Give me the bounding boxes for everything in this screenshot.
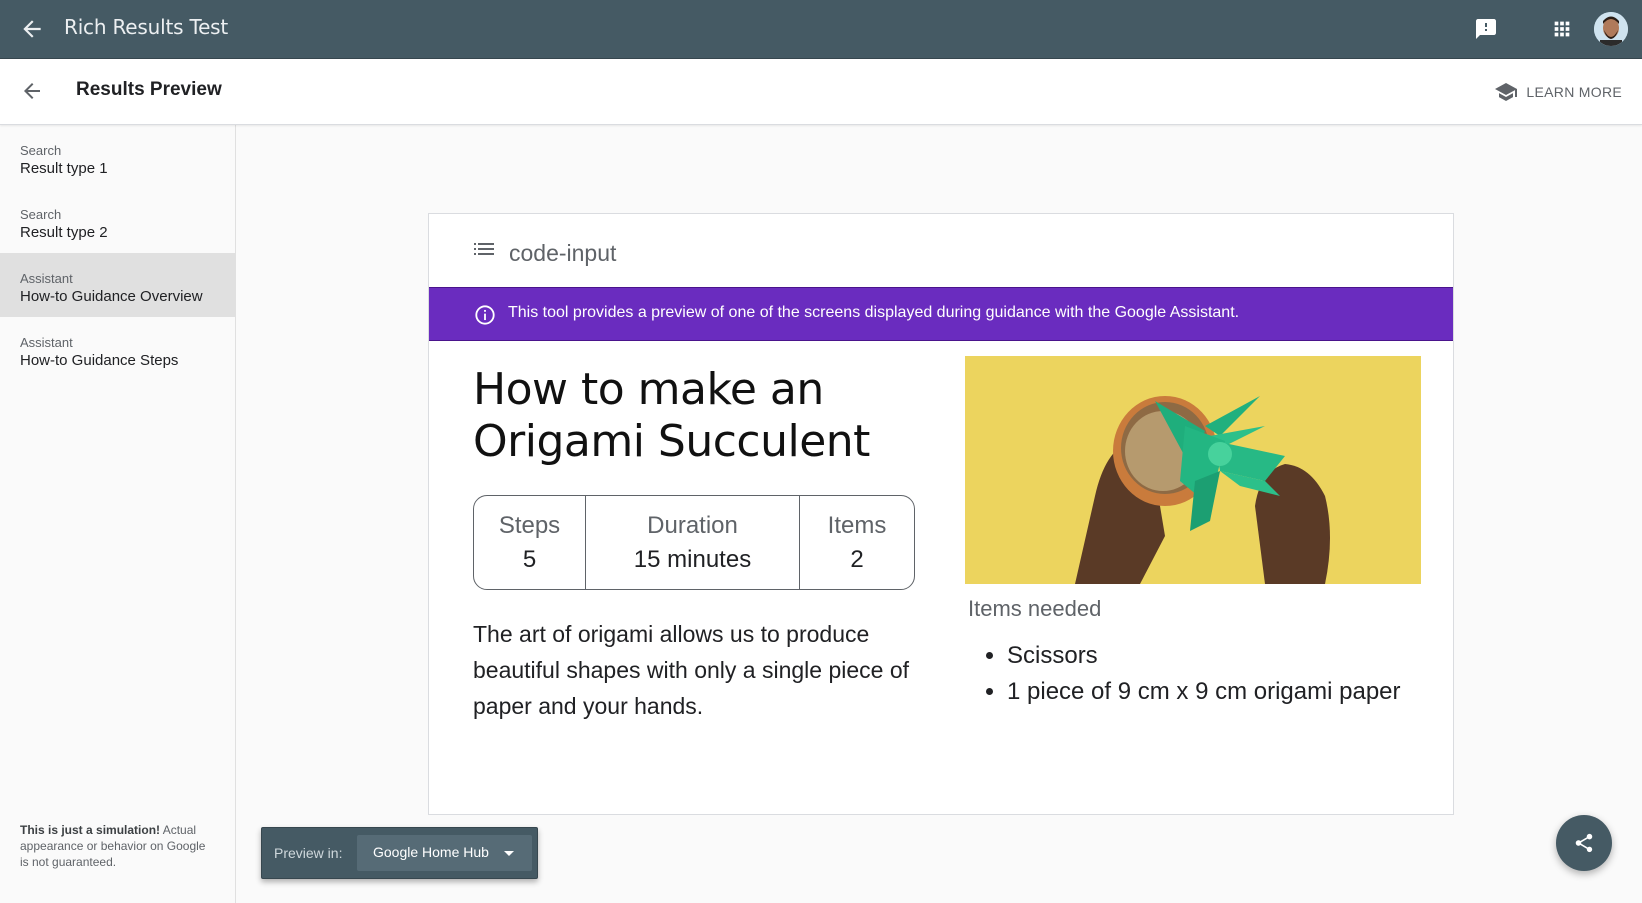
- sidebar-item-result-type-1[interactable]: Search Result type 1: [0, 125, 235, 189]
- sidebar-item-category: Assistant: [20, 271, 73, 286]
- stat-value: 5: [522, 545, 537, 573]
- device-select-value: Google Home Hub: [373, 844, 489, 860]
- sidebar-item-category: Search: [20, 143, 62, 158]
- learn-more-button[interactable]: LEARN MORE: [1494, 78, 1622, 106]
- stat-steps: Steps 5: [474, 496, 586, 589]
- stat-value: 2: [850, 545, 864, 573]
- howto-stats: Steps 5 Duration 15 minutes Items 2: [473, 495, 915, 590]
- preview-in-label: Preview in:: [274, 845, 343, 861]
- sidebar-item-result-type-2[interactable]: Search Result type 2: [0, 189, 235, 253]
- share-button[interactable]: [1556, 815, 1612, 871]
- share-icon: [1575, 833, 1593, 853]
- account-avatar[interactable]: [1594, 12, 1628, 46]
- items-needed-title: Items needed: [968, 596, 1102, 621]
- items-needed-list: Scissors 1 piece of 9 cm x 9 cm origami …: [1007, 638, 1401, 710]
- sidebar-item-howto-overview[interactable]: Assistant How-to Guidance Overview: [0, 253, 235, 317]
- card-header: code-input: [429, 214, 1453, 288]
- device-select[interactable]: Google Home Hub: [357, 835, 532, 871]
- stat-label: Steps: [498, 511, 561, 539]
- howto-description: The art of origami allows us to produce …: [473, 621, 910, 719]
- assistant-preview-card: code-input This tool provides a preview …: [428, 213, 1454, 815]
- learn-more-label: LEARN MORE: [1526, 84, 1622, 100]
- info-icon: [475, 305, 495, 325]
- app-title: Rich Results Test: [64, 15, 229, 39]
- howto-title: How to make an Origami Succulent: [473, 364, 870, 467]
- source-name: code-input: [509, 240, 617, 266]
- sidebar-item-category: Search: [20, 207, 62, 222]
- sidebar-item-label: How-to Guidance Steps: [20, 352, 179, 369]
- apps-button[interactable]: [1547, 14, 1577, 44]
- sidebar-item-category: Assistant: [20, 335, 73, 350]
- results-preview-header: Results Preview LEARN MORE: [0, 59, 1642, 125]
- list-item: Scissors: [1007, 638, 1401, 674]
- back-button[interactable]: [19, 16, 45, 42]
- dropdown-caret-icon: [504, 851, 514, 856]
- stat-value: 15 minutes: [633, 545, 752, 573]
- list-icon: [474, 243, 494, 255]
- page-title: Results Preview: [76, 79, 222, 100]
- apps-grid-icon: [1554, 21, 1570, 37]
- banner-message: This tool provides a preview of one of t…: [508, 304, 1240, 321]
- stat-items: Items 2: [800, 496, 914, 589]
- sidebar-item-label: Result type 1: [20, 160, 108, 177]
- origami-succulent-image: [965, 356, 1421, 584]
- disclaimer-emphasis: This is just a simulation!: [20, 823, 161, 837]
- preview-device-bar: Preview in: Google Home Hub: [261, 827, 538, 879]
- simulation-disclaimer: This is just a simulation! Actual appear…: [20, 822, 215, 870]
- arrow-back-icon: [24, 83, 40, 99]
- info-banner: This tool provides a preview of one of t…: [429, 287, 1453, 341]
- sidebar-item-label: Result type 2: [20, 224, 108, 241]
- results-back-button[interactable]: [20, 79, 44, 103]
- sidebar-item-howto-steps[interactable]: Assistant How-to Guidance Steps: [0, 317, 235, 381]
- sidebar-item-label: How-to Guidance Overview: [20, 288, 203, 305]
- feedback-icon: [1476, 19, 1496, 39]
- howto-image: [965, 356, 1421, 584]
- arrow-back-icon: [23, 20, 41, 38]
- stat-label: Items: [827, 511, 887, 539]
- stat-duration: Duration 15 minutes: [586, 496, 800, 589]
- stat-label: Duration: [647, 511, 738, 539]
- result-type-sidebar: Search Result type 1 Search Result type …: [0, 125, 236, 903]
- school-icon: [1495, 83, 1518, 101]
- user-avatar-icon: [1594, 12, 1628, 46]
- app-bar: Rich Results Test: [0, 0, 1642, 59]
- list-item: 1 piece of 9 cm x 9 cm origami paper: [1007, 674, 1401, 710]
- feedback-button[interactable]: [1471, 14, 1501, 44]
